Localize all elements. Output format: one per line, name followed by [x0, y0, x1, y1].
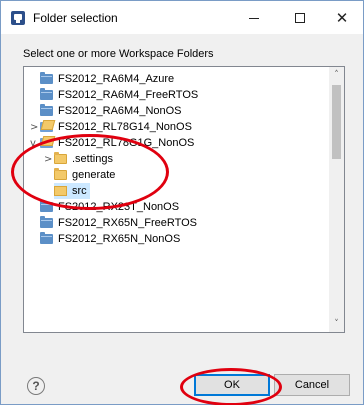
- tree-item-label: FS2012_RX65N_NonOS: [58, 233, 181, 245]
- collapse-chevron-icon[interactable]: v: [30, 138, 40, 149]
- folder-icon: [40, 88, 53, 100]
- scroll-down-icon[interactable]: ˅: [329, 316, 344, 332]
- tree-item-src[interactable]: src: [54, 183, 90, 199]
- tree-item-label: src: [72, 185, 87, 197]
- tree-item-label: FS2012_RA6M4_Azure: [58, 73, 175, 85]
- folder-icon: [40, 72, 53, 84]
- tree-item-label: FS2012_RA6M4_FreeRTOS: [58, 89, 199, 101]
- folder-icon: [40, 216, 53, 228]
- scroll-up-icon[interactable]: ˄: [329, 67, 344, 83]
- tree-item-rl78g1g-nonos[interactable]: v FS2012_RL78G1G_NonOS: [30, 135, 194, 151]
- tree-item-label: FS2012_RA6M4_NonOS: [58, 105, 182, 117]
- instruction-label: Select one or more Workspace Folders: [23, 48, 214, 60]
- eclipse-window-icon: [11, 11, 25, 25]
- open-folder-icon: [54, 186, 67, 196]
- tree-item-label: FS2012_RX65N_FreeRTOS: [58, 217, 197, 229]
- tree-item-label: FS2012_RL78G1G_NonOS: [58, 137, 195, 149]
- help-button[interactable]: ?: [27, 377, 45, 395]
- folder-icon: [40, 232, 53, 244]
- tree-item-label: .settings: [72, 153, 113, 165]
- open-folder-icon: [54, 152, 67, 164]
- folder-selection-dialog: Folder selection ✕ Select one or more Wo…: [0, 0, 364, 405]
- title-bar[interactable]: Folder selection ✕: [1, 1, 363, 34]
- project-folder-icon: [40, 122, 53, 132]
- tree-item-ra6m4-azure[interactable]: FS2012_RA6M4_Azure: [40, 71, 174, 87]
- tree-item-label: FS2012_RL78G14_NonOS: [58, 121, 192, 133]
- tree-item-rl78g14-nonos[interactable]: > FS2012_RL78G14_NonOS: [30, 119, 192, 135]
- tree-item-ra6m4-nonos[interactable]: FS2012_RA6M4_NonOS: [40, 103, 182, 119]
- tree-item-rx65n-freertos[interactable]: FS2012_RX65N_FreeRTOS: [40, 215, 197, 231]
- expand-chevron-icon[interactable]: >: [44, 154, 54, 165]
- tree-item-ra6m4-freertos[interactable]: FS2012_RA6M4_FreeRTOS: [40, 87, 198, 103]
- tree-item-generate[interactable]: generate: [54, 167, 115, 183]
- open-folder-icon: [54, 168, 67, 180]
- expand-chevron-icon[interactable]: >: [30, 122, 40, 133]
- minimize-button[interactable]: [231, 1, 277, 34]
- tree-item-label: FS2012_RX23T_NonOS: [58, 201, 180, 213]
- ok-button[interactable]: OK: [194, 374, 270, 396]
- folder-icon: [40, 104, 53, 116]
- scrollbar-thumb[interactable]: [332, 85, 341, 159]
- close-icon: ✕: [335, 8, 349, 27]
- tree-item-rx65n-nonos[interactable]: FS2012_RX65N_NonOS: [40, 231, 180, 247]
- tree-item-label: generate: [72, 169, 116, 181]
- project-folder-icon: [40, 138, 53, 148]
- cancel-button[interactable]: Cancel: [274, 374, 350, 396]
- folder-icon: [40, 200, 53, 212]
- tree-rows: FS2012_RA6M4_Azure FS2012_RA6M4_FreeRTOS…: [24, 67, 330, 332]
- folder-tree[interactable]: FS2012_RA6M4_Azure FS2012_RA6M4_FreeRTOS…: [23, 66, 345, 333]
- tree-item-rx23t-nonos[interactable]: FS2012_RX23T_NonOS: [40, 199, 179, 215]
- maximize-button[interactable]: [277, 1, 323, 34]
- close-button[interactable]: ✕: [319, 1, 364, 34]
- tree-item-settings[interactable]: > .settings: [44, 151, 113, 167]
- minimize-icon: [249, 18, 259, 19]
- window-title: Folder selection: [33, 11, 118, 25]
- maximize-icon: [295, 12, 305, 23]
- vertical-scrollbar[interactable]: ˄ ˅: [329, 67, 344, 332]
